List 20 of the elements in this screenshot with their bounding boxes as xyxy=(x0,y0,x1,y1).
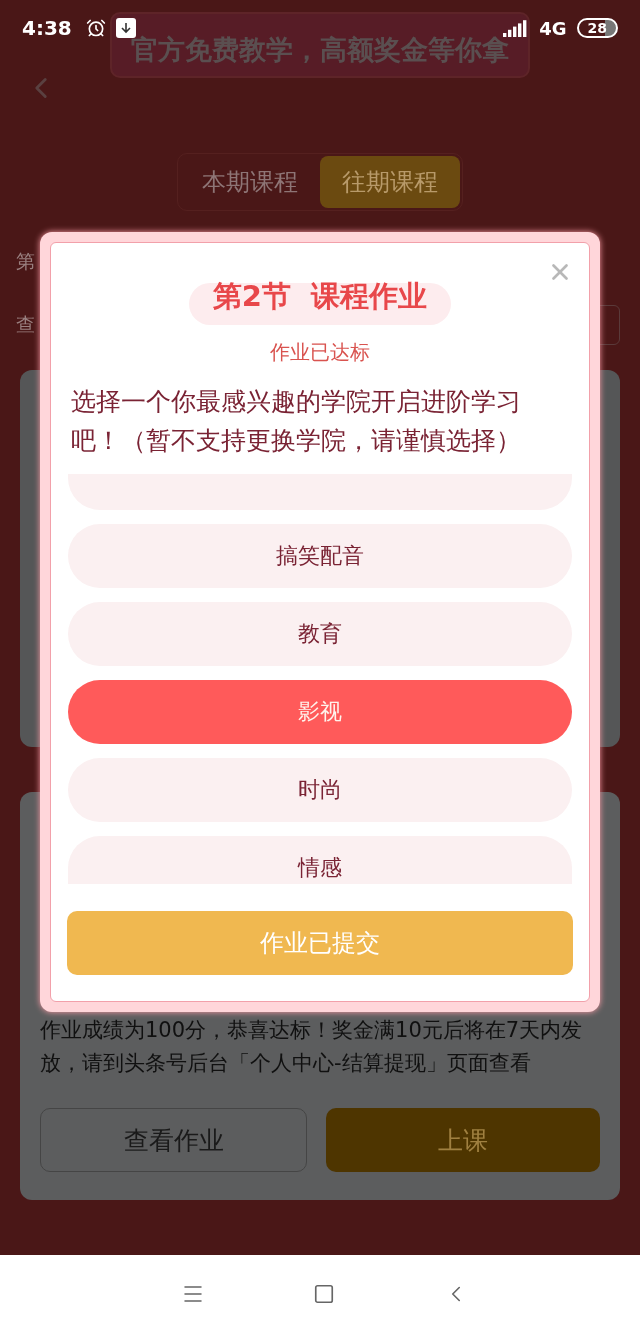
status-label: 作业已达标 xyxy=(270,339,370,366)
clock-time: 4:38 xyxy=(22,16,72,40)
dialog-title: 第2节 课程作业 xyxy=(212,278,428,315)
home-icon[interactable] xyxy=(313,1282,335,1305)
college-option[interactable]: 时尚 xyxy=(68,758,572,822)
start-class-button[interactable]: 上课 xyxy=(326,1108,600,1172)
course-tab[interactable]: 往期课程 xyxy=(320,156,460,208)
college-option[interactable]: 教育 xyxy=(68,602,572,666)
result-message: 作业成绩为100分，恭喜达标！奖金满10元后将在7天内发放，请到头条号后台「个人中心-结算提现」页面查看 xyxy=(40,1017,584,1077)
alarm-clock-icon xyxy=(85,18,106,38)
network-label: 4G xyxy=(539,17,567,39)
college-option[interactable]: 情感 xyxy=(68,836,572,884)
college-option[interactable]: 搞笑配音 xyxy=(68,524,572,588)
section-label: 第 xyxy=(16,249,35,274)
college-option[interactable]: 影视 xyxy=(68,680,572,744)
battery-indicator: 28 xyxy=(576,18,618,38)
view-label: 查 xyxy=(16,312,35,337)
view-homework-button[interactable]: 查看作业 xyxy=(40,1108,307,1172)
prompt-text: 选择一个你最感兴趣的学院开启进阶学习吧！（暂不支持更换学院，请谨慎选择） xyxy=(70,386,522,457)
course-tab[interactable]: 本期课程 xyxy=(180,156,320,208)
